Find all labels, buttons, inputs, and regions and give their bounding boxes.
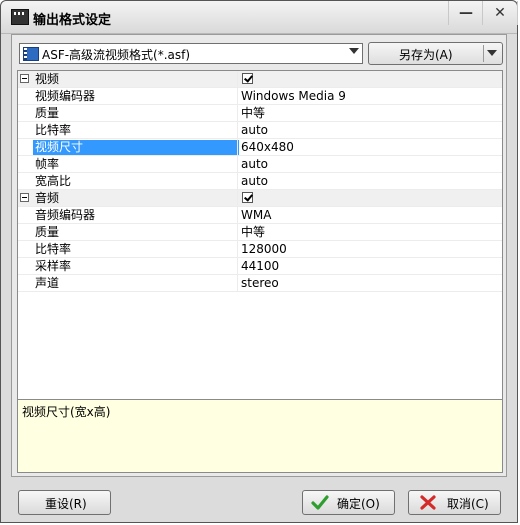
collapse-icon[interactable] [20,193,29,202]
cross-icon [420,495,436,510]
save-as-button[interactable]: 另存为(A) [368,42,503,65]
property-value[interactable]: stereo [239,276,279,291]
property-row-selected[interactable]: 视频尺寸 640x480 [18,139,502,156]
property-name: 比特率 [35,242,72,256]
split-separator [483,45,484,62]
save-as-label: 另存为(A) [399,48,453,62]
format-select[interactable]: ASF-高级流视频格式(*.asf) [19,43,363,64]
ok-button[interactable]: 确定(O) [302,490,395,515]
chevron-down-icon[interactable] [349,48,359,54]
film-icon [23,47,39,61]
property-row[interactable]: 视频编码器 Windows Media 9 [18,88,502,105]
chevron-down-icon[interactable] [487,50,497,56]
minimize-button[interactable]: — [448,1,483,25]
property-value[interactable]: Windows Media 9 [239,89,346,104]
dialog-body: ASF-高级流视频格式(*.asf) 另存为(A) 视频 视频编码器 Windo… [11,34,507,477]
property-row[interactable]: 帧率 auto [18,156,502,173]
group-label: 音频 [35,191,60,205]
dialog-window: 输出格式设定 — ✕ ASF-高级流视频格式(*.asf) 另存为(A) 视频 … [0,0,518,523]
property-grid: 视频 视频编码器 Windows Media 9 质量 中等 比特率 auto … [17,70,503,400]
video-enabled-checkbox[interactable] [242,73,253,84]
property-value[interactable]: auto [239,123,268,138]
property-name: 帧率 [35,157,60,171]
collapse-icon[interactable] [20,74,29,83]
property-name: 采样率 [35,259,72,273]
property-name: 质量 [35,106,60,120]
property-name: 质量 [35,225,60,239]
property-row[interactable]: 采样率 44100 [18,258,502,275]
group-row-video[interactable]: 视频 [18,71,502,88]
property-value[interactable]: 44100 [239,259,279,274]
audio-enabled-checkbox[interactable] [242,192,253,203]
window-title: 输出格式设定 [33,13,112,28]
property-row[interactable]: 音频编码器 WMA [18,207,502,224]
property-row[interactable]: 宽高比 auto [18,173,502,190]
cancel-button[interactable]: 取消(C) [408,490,501,515]
property-row[interactable]: 比特率 auto [18,122,502,139]
property-value[interactable]: auto [239,157,268,172]
property-row[interactable]: 质量 中等 [18,224,502,241]
property-value[interactable]: WMA [239,208,271,223]
property-value[interactable]: 128000 [239,242,287,257]
property-value[interactable]: 中等 [239,225,265,240]
close-button[interactable]: ✕ [482,1,518,25]
description-text: 视频尺寸(宽x高) [22,405,111,419]
format-select-value: ASF-高级流视频格式(*.asf) [42,48,191,62]
reset-button[interactable]: 重设(R) [18,490,111,515]
description-panel: 视频尺寸(宽x高) [17,400,503,473]
property-name: 宽高比 [35,174,72,188]
check-icon [311,495,329,510]
cancel-label: 取消(C) [447,497,489,511]
ok-label: 确定(O) [337,497,380,511]
property-name: 音频编码器 [35,208,96,222]
property-value[interactable]: 中等 [239,106,265,121]
group-row-audio[interactable]: 音频 [18,190,502,207]
property-value[interactable]: auto [239,174,268,189]
property-row[interactable]: 比特率 128000 [18,241,502,258]
property-name: 比特率 [35,123,72,137]
property-value[interactable]: 640x480 [239,140,294,155]
property-row[interactable]: 质量 中等 [18,105,502,122]
property-name: 视频尺寸 [33,140,239,155]
property-row[interactable]: 声道 stereo [18,275,502,292]
title-bar[interactable]: 输出格式设定 — ✕ [1,1,518,34]
clapperboard-icon [11,9,29,25]
property-name: 视频编码器 [35,89,96,103]
property-name: 声道 [35,276,60,290]
reset-label: 重设(R) [45,497,87,511]
group-label: 视频 [35,72,60,86]
